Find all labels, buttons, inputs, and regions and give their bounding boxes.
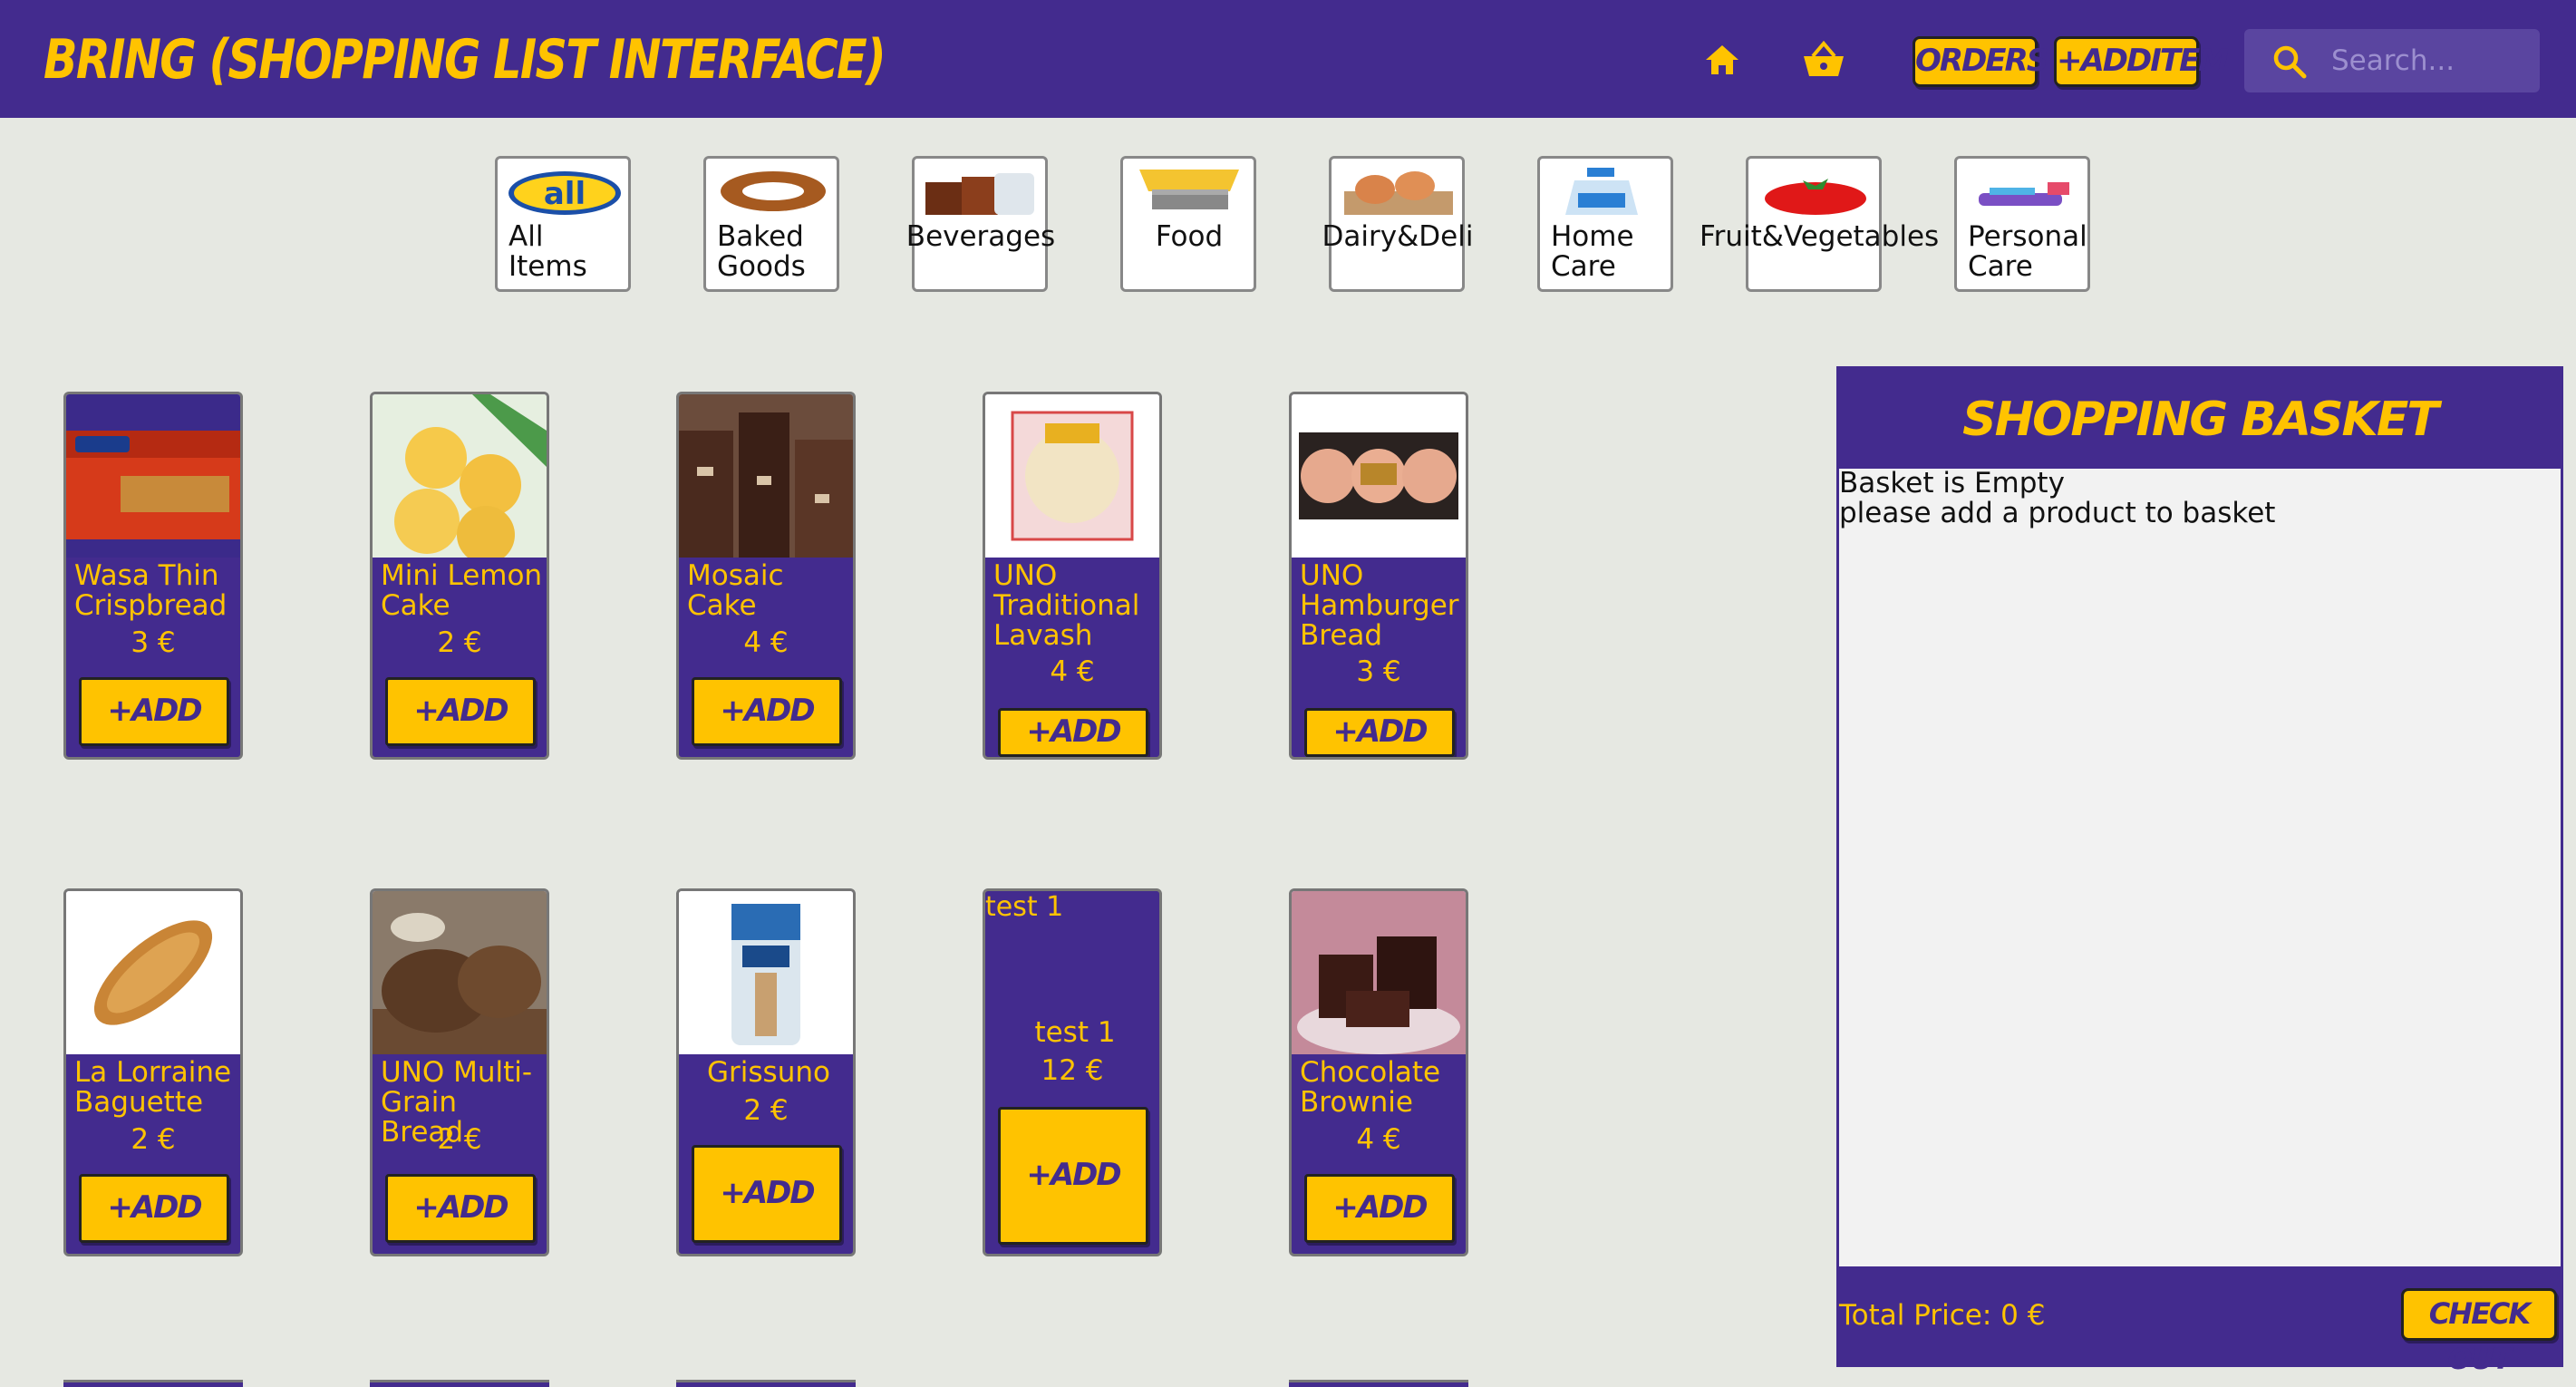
search-icon <box>2273 45 2307 79</box>
empty-line-2: please add a product to basket <box>1839 497 2276 529</box>
product-price: 2 € <box>743 1094 789 1127</box>
detergent-bottle-icon <box>1565 168 1638 215</box>
basket-header: SHOPPING BASKET <box>1839 369 2561 469</box>
category-label: Food <box>1155 220 1224 253</box>
category-food[interactable]: Food <box>1120 156 1256 292</box>
checkout-button[interactable]: CHECK OUT <box>2401 1288 2557 1376</box>
product-image <box>373 394 547 558</box>
shopping-basket-panel: SHOPPING BASKET Basket is Empty please a… <box>1836 366 2563 1376</box>
product-card-partial <box>370 1380 549 1387</box>
basket-title: SHOPPING BASKET <box>1962 393 2439 447</box>
svg-text:all: all <box>544 176 586 212</box>
add-button[interactable]: +ADD <box>998 1107 1148 1245</box>
category-dairy-deli[interactable]: Dairy&Deli <box>1322 156 1473 292</box>
product-card: Wasa Thin Crispbread 3 € +ADD <box>63 392 243 760</box>
product-card: UNO Hamburger Bread 3 € +ADD <box>1289 392 1468 760</box>
category-home-care[interactable]: Home Care <box>1537 156 1673 292</box>
add-button[interactable]: +ADD <box>79 677 229 746</box>
product-image <box>1292 891 1466 1054</box>
category-label: Dairy&Deli <box>1322 220 1474 253</box>
product-image <box>373 891 547 1054</box>
add-button[interactable]: +ADD <box>79 1174 229 1243</box>
broken-image: test 1 <box>985 891 1159 923</box>
product-image <box>985 394 1159 558</box>
category-fruit-vegetables[interactable]: Fruit&Vegetables <box>1700 156 1939 292</box>
product-price: 2 € <box>437 626 482 659</box>
product-price: 12 € <box>1041 1054 1104 1087</box>
product-name: UNO Hamburger Bread <box>1300 559 1459 652</box>
orders-button[interactable]: ORDERS <box>1913 36 2048 87</box>
product-price: 2 € <box>131 1123 176 1156</box>
add-button[interactable]: +ADD <box>1304 1174 1455 1243</box>
product-card: test 1 test 1 12 € +ADD <box>983 888 1162 1256</box>
simit-bread-icon <box>721 171 826 211</box>
search-box[interactable] <box>2244 29 2540 92</box>
basket-icon[interactable] <box>1798 34 1849 85</box>
product-price: 4 € <box>743 626 789 659</box>
drinks-icon <box>925 173 1034 215</box>
product-image <box>679 394 853 558</box>
all-logo-icon: all <box>508 171 621 215</box>
basket-empty-message: Basket is Empty please add a product to … <box>1839 469 2561 529</box>
product-image <box>1292 394 1466 558</box>
product-image <box>679 891 853 1054</box>
add-button[interactable]: +ADD <box>692 1145 842 1243</box>
eggs-icon <box>1344 171 1453 215</box>
product-name: Grissuno <box>707 1056 830 1089</box>
product-card: Mosaic Cake 4 € +ADD <box>676 392 856 760</box>
image-alt-text: test 1 <box>985 891 1064 923</box>
product-card: UNO Multi-Grain Bread 2 € +ADD <box>370 888 549 1256</box>
product-card: Mini Lemon Cake 2 € +ADD <box>370 392 549 760</box>
product-name: Wasa Thin Crispbread <box>74 559 228 622</box>
product-card-partial <box>63 1380 243 1387</box>
toothbrush-icon <box>1979 182 2069 206</box>
add-button[interactable]: +ADD <box>1304 708 1455 757</box>
product-card-partial <box>676 1380 856 1387</box>
total-price: Total Price: 0 € <box>1839 1299 2046 1332</box>
add-button[interactable]: +ADD <box>385 1174 536 1243</box>
category-baked-goods[interactable]: Baked Goods <box>703 156 839 292</box>
category-label: Fruit&Vegetables <box>1700 220 1940 253</box>
app-title: BRING (SHOPPING LIST INTERFACE) <box>44 28 886 92</box>
add-button[interactable]: +ADD <box>998 708 1148 757</box>
product-price: 4 € <box>1050 655 1095 688</box>
category-label: Personal Care <box>1968 220 2087 283</box>
product-image <box>66 891 240 1054</box>
product-price: 2 € <box>437 1123 482 1156</box>
category-personal-care[interactable]: Personal Care <box>1954 156 2090 292</box>
category-beverages[interactable]: Beverages <box>906 156 1055 292</box>
product-name: Mini Lemon Cake <box>381 559 543 622</box>
category-label: Baked Goods <box>717 220 806 283</box>
add-button[interactable]: +ADD <box>692 677 842 746</box>
basket-footer: Total Price: 0 € CHECK OUT <box>1839 1266 2561 1376</box>
product-name: Chocolate Brownie <box>1300 1056 1441 1119</box>
tomato-icon <box>1765 179 1866 215</box>
home-icon[interactable] <box>1697 34 1748 85</box>
product-price: 3 € <box>1356 655 1401 688</box>
category-label: Beverages <box>905 220 1056 253</box>
product-card: La Lorraine Baguette 2 € +ADD <box>63 888 243 1256</box>
product-name: Mosaic Cake <box>687 559 784 622</box>
product-name: test 1 <box>1034 1016 1116 1049</box>
category-all-items[interactable]: all All Items <box>495 156 631 292</box>
product-price: 4 € <box>1356 1123 1401 1156</box>
pasta-icon <box>1139 170 1239 209</box>
add-button[interactable]: +ADD <box>385 677 536 746</box>
empty-line-1: Basket is Empty <box>1839 467 2065 500</box>
product-image <box>66 394 240 558</box>
search-input[interactable] <box>2331 29 2531 92</box>
add-item-button[interactable]: +ADDITEM <box>2054 36 2229 87</box>
product-card-partial <box>1289 1380 1468 1387</box>
category-label: All Items <box>508 220 587 283</box>
product-name: UNO Traditional Lavash <box>993 559 1140 652</box>
product-name: La Lorraine Baguette <box>74 1056 232 1119</box>
product-card: UNO Traditional Lavash 4 € +ADD <box>983 392 1162 760</box>
product-card: Grissuno 2 € +ADD <box>676 888 856 1256</box>
product-card: Chocolate Brownie 4 € +ADD <box>1289 888 1468 1256</box>
product-price: 3 € <box>131 626 176 659</box>
top-bar: BRING (SHOPPING LIST INTERFACE) ORDERS +… <box>0 0 2576 118</box>
